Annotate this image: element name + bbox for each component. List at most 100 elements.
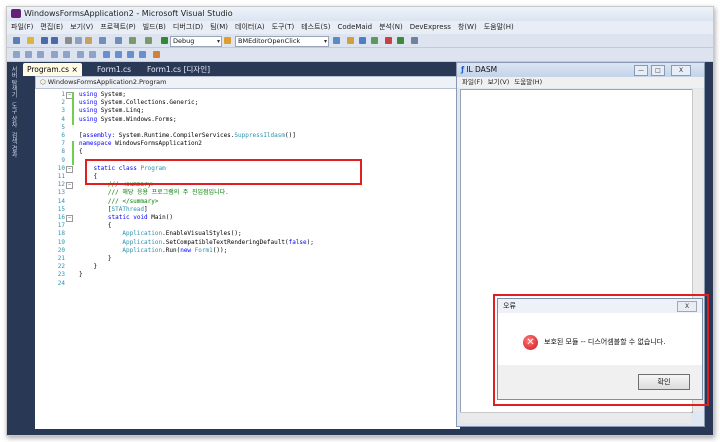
menu-test[interactable]: 테스트(S) (301, 23, 330, 31)
line-number: 5 (61, 123, 65, 131)
comment-out-icon[interactable] (77, 51, 84, 58)
decrease-indent-icon[interactable] (51, 51, 58, 58)
redo-icon[interactable] (115, 37, 122, 44)
code-line: using System.Linq; (79, 107, 145, 115)
dialog-title: 오류 (503, 302, 516, 310)
bookmark-toggle-icon[interactable] (103, 51, 110, 58)
code-line: namespace WindowsFormsApplication2 (79, 140, 202, 148)
ok-button[interactable]: 확인 (638, 374, 690, 390)
toolbar-options-icon[interactable] (153, 51, 160, 58)
dialog-close-button[interactable]: X (677, 301, 697, 312)
menu-team[interactable]: 팀(M) (210, 23, 228, 31)
navigate-back-icon[interactable] (129, 37, 136, 44)
parameter-info-icon[interactable] (25, 51, 32, 58)
collapse-icon[interactable]: − (66, 165, 73, 173)
code-editor[interactable]: 1−2 3 4 5 6 7 8 9 10−11 12−13 14 15 16−17 18 19 20 21 22 2… (35, 89, 460, 429)
menu-window[interactable]: 창(W) (458, 23, 477, 31)
type-navigation-bar[interactable]: ⬡ WindowsFormsApplication2.Program (35, 76, 461, 89)
menu-debug[interactable]: 디버그(D) (173, 23, 203, 31)
cut-icon[interactable] (65, 37, 72, 44)
quick-info-icon[interactable] (37, 51, 44, 58)
clear-bookmarks-icon[interactable] (139, 51, 146, 58)
menu-project[interactable]: 프로젝트(P) (100, 23, 135, 31)
solution-explorer-icon[interactable] (347, 37, 354, 44)
server-explorer-tab[interactable]: 서버 탐색기 (9, 66, 18, 98)
menu-file[interactable]: 파일(F) (11, 23, 33, 31)
find-combo[interactable]: BMEditorOpenClick ▾ (235, 36, 329, 47)
code-line: { (79, 148, 83, 156)
tab-label: Form1.cs [디자인] (147, 65, 211, 74)
ildasm-menu-bar: 파일(F) 보기(V) 도움말(H) (457, 77, 704, 88)
line-number: 14 (57, 197, 65, 205)
line-number: 22 (57, 263, 65, 271)
line-number: 2 (61, 99, 65, 107)
ildasm-title-bar: ƒ IL DASM — □ X (457, 63, 704, 77)
code-line: using System.Collections.Generic; (79, 99, 199, 107)
line-number: 6 (61, 132, 65, 139)
properties-icon[interactable] (359, 37, 366, 44)
maximize-button[interactable]: □ (651, 65, 665, 76)
menu-help[interactable]: 도움말(H) (484, 23, 514, 31)
line-number: 8 (61, 148, 65, 156)
menu-view[interactable]: 보기(V) (488, 78, 509, 86)
side-tool-strip: 서버 탐색기 도구 상자 검색 결과 (7, 62, 19, 435)
menu-codemaid[interactable]: CodeMaid (337, 23, 372, 31)
menu-view[interactable]: 보기(V) (70, 23, 93, 31)
code-line: /// </summary> (79, 197, 159, 205)
solution-configuration-combo[interactable]: Debug ▾ (170, 36, 222, 47)
open-icon[interactable] (27, 37, 34, 44)
uncomment-icon[interactable] (89, 51, 96, 58)
code-line: Application.Run(new Form1()); (122, 246, 228, 254)
undo-icon[interactable] (99, 37, 106, 44)
tab-form1-design[interactable]: Form1.cs [디자인] (143, 63, 214, 76)
dialog-title-bar: 오류 X (498, 299, 702, 313)
next-bookmark-icon[interactable] (127, 51, 134, 58)
find-icon[interactable] (333, 37, 340, 44)
menu-edit[interactable]: 편집(E) (40, 23, 63, 31)
menu-help[interactable]: 도움말(H) (514, 78, 542, 86)
menu-devexpress[interactable]: DevExpress (410, 23, 451, 31)
object-browser-icon[interactable] (371, 37, 378, 44)
text-editor-toolbar (7, 48, 713, 62)
find-results-tab[interactable]: 검색 결과 (9, 132, 18, 158)
collapse-icon[interactable]: − (66, 182, 73, 190)
display-object-member-list-icon[interactable] (13, 51, 20, 58)
start-page-icon[interactable] (397, 37, 404, 44)
code-line: static void Main() (107, 214, 173, 221)
navigate-forward-icon[interactable] (145, 37, 152, 44)
extension-manager-icon[interactable] (411, 37, 418, 44)
save-icon[interactable] (41, 37, 48, 44)
code-line: /// 해당 응용 프로그램의 주 진입점입니다. (79, 189, 229, 197)
previous-bookmark-icon[interactable] (115, 51, 122, 58)
increase-indent-icon[interactable] (63, 51, 70, 58)
new-project-icon[interactable] (13, 37, 20, 44)
copy-icon[interactable] (75, 37, 82, 44)
menu-analyze[interactable]: 분석(N) (379, 23, 403, 31)
close-icon[interactable]: × (71, 65, 77, 74)
line-number: 3 (61, 107, 65, 115)
toolbox-tab[interactable]: 도구 상자 (9, 102, 18, 128)
menu-file[interactable]: 파일(F) (462, 78, 483, 86)
menu-data[interactable]: 데이터(A) (235, 23, 265, 31)
save-all-icon[interactable] (51, 37, 58, 44)
start-debugging-icon[interactable] (161, 37, 168, 44)
find-in-files-icon[interactable] (224, 37, 231, 44)
solution-configuration-value: Debug (173, 37, 195, 45)
window-title: WindowsFormsApplication2 - Microsoft Vis… (24, 9, 233, 18)
line-number: 1 (61, 91, 65, 98)
line-number: 9 (61, 156, 65, 164)
tab-program-cs[interactable]: Program.cs × (23, 63, 82, 76)
code-line: } (79, 255, 112, 262)
menu-tools[interactable]: 도구(T) (272, 23, 295, 31)
toolbox-icon[interactable] (385, 37, 392, 44)
paste-icon[interactable] (85, 37, 92, 44)
line-number: 12 (57, 181, 65, 189)
menu-build[interactable]: 빌드(B) (143, 23, 166, 31)
minimize-button[interactable]: — (634, 65, 648, 76)
code-line: Application.EnableVisualStyles(); (122, 230, 242, 238)
line-number: 18 (57, 230, 65, 238)
horizontal-scrollbar[interactable] (460, 412, 691, 423)
tab-form1-cs[interactable]: Form1.cs (93, 63, 135, 76)
collapse-icon[interactable]: − (66, 215, 73, 222)
close-button[interactable]: X (671, 65, 691, 76)
